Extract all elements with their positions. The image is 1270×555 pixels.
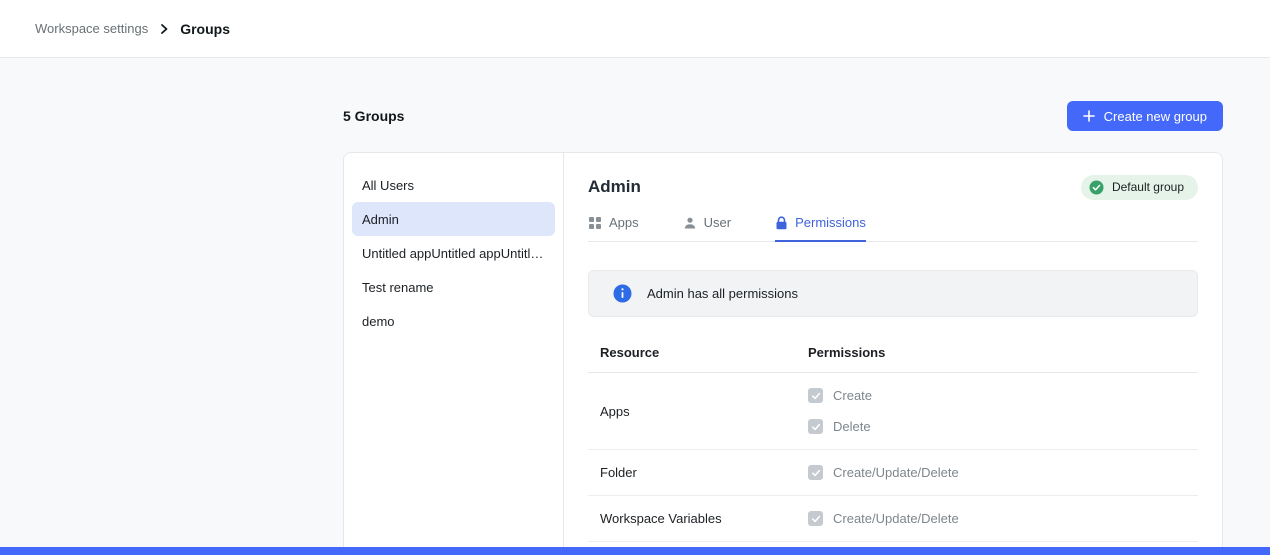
permission-label: Delete [833, 419, 871, 434]
info-icon [613, 284, 632, 303]
apps-icon [588, 216, 602, 230]
group-item-untitled-app[interactable]: Untitled appUntitled appUntitle… [352, 236, 555, 270]
table-row-folder: Folder Create/Update/Delete [588, 450, 1198, 496]
group-item-all-users[interactable]: All Users [352, 168, 555, 202]
resource-label: Folder [588, 465, 808, 480]
group-title: Admin [588, 177, 641, 197]
table-row-workspace-variables: Workspace Variables Create/Update/Delete [588, 496, 1198, 542]
tab-bar: Apps User [588, 215, 1198, 242]
checkbox-checked-disabled[interactable] [808, 465, 823, 480]
breadcrumb-workspace-settings[interactable]: Workspace settings [35, 21, 148, 36]
group-detail-header: Admin Default group [588, 173, 1198, 201]
permission-folder-cud: Create/Update/Delete [808, 465, 1198, 480]
top-bar: Workspace settings Groups [0, 0, 1270, 58]
tab-user-label: User [704, 215, 731, 230]
default-group-badge-label: Default group [1112, 180, 1184, 194]
resource-label: Apps [588, 404, 808, 419]
permission-workspace-variables-cud: Create/Update/Delete [808, 511, 1198, 526]
chevron-right-icon [158, 23, 170, 35]
create-new-group-button[interactable]: Create new group [1067, 101, 1223, 131]
main-content: 5 Groups Create new group All Users Admi… [0, 58, 1270, 555]
permissions-info-banner: Admin has all permissions [588, 270, 1198, 317]
permissions-table: Resource Permissions Apps Create [588, 337, 1198, 542]
lock-icon [775, 216, 788, 230]
group-list: All Users Admin Untitled appUntitled app… [344, 153, 564, 555]
checkbox-checked-disabled[interactable] [808, 419, 823, 434]
tab-apps-label: Apps [609, 215, 639, 230]
resource-column-header: Resource [588, 345, 808, 360]
permission-label: Create [833, 388, 872, 403]
default-group-badge: Default group [1081, 175, 1198, 200]
info-banner-text: Admin has all permissions [647, 286, 798, 301]
group-item-demo[interactable]: demo [352, 304, 555, 338]
permission-apps-delete: Delete [808, 419, 1198, 434]
groups-card: All Users Admin Untitled appUntitled app… [343, 152, 1223, 555]
group-detail-panel: Admin Default group [564, 153, 1222, 555]
page-header: 5 Groups Create new group [343, 101, 1223, 131]
permissions-table-header: Resource Permissions [588, 337, 1198, 373]
create-new-group-label: Create new group [1104, 109, 1207, 124]
permission-label: Create/Update/Delete [833, 511, 959, 526]
checkbox-checked-disabled[interactable] [808, 511, 823, 526]
tab-user[interactable]: User [683, 215, 731, 242]
tab-permissions-label: Permissions [795, 215, 866, 230]
permissions-column-header: Permissions [808, 345, 1198, 360]
group-item-admin[interactable]: Admin [352, 202, 555, 236]
check-circle-icon [1089, 180, 1104, 195]
plus-icon [1083, 110, 1095, 122]
tab-permissions[interactable]: Permissions [775, 215, 866, 242]
resource-label: Workspace Variables [588, 511, 808, 526]
bottom-accent-bar [0, 547, 1270, 555]
breadcrumb-groups: Groups [180, 21, 230, 37]
permission-label: Create/Update/Delete [833, 465, 959, 480]
groups-count-label: 5 Groups [343, 108, 404, 124]
user-icon [683, 216, 697, 230]
checkbox-checked-disabled[interactable] [808, 388, 823, 403]
tab-apps[interactable]: Apps [588, 215, 639, 242]
table-row-apps: Apps Create Delete [588, 373, 1198, 450]
permission-apps-create: Create [808, 388, 1198, 403]
group-item-test-rename[interactable]: Test rename [352, 270, 555, 304]
